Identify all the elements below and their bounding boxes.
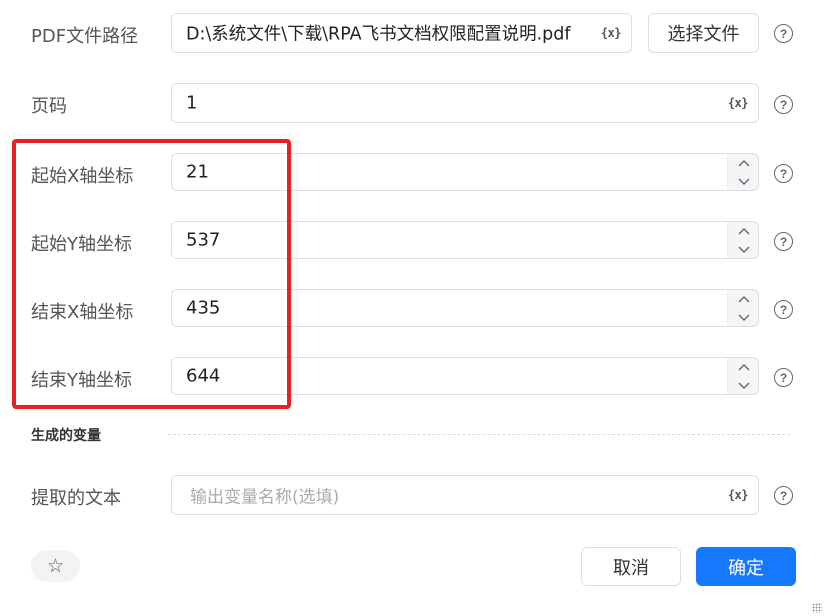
help-icon[interactable]: ? [774, 164, 793, 183]
section-title: 生成的变量 [31, 428, 101, 444]
help-icon[interactable]: ? [774, 24, 793, 43]
number-stepper[interactable] [727, 154, 758, 190]
highlight-box [12, 139, 291, 409]
help-icon[interactable]: ? [774, 95, 793, 114]
output-placeholder: 输出变量名称(选填) [190, 487, 340, 508]
number-stepper[interactable] [727, 358, 758, 394]
choose-file-button[interactable]: 选择文件 [648, 13, 759, 53]
confirm-button[interactable]: 确定 [696, 547, 796, 586]
pdf-path-value: D:\系统文件\下载\RPA飞书文档权限配置说明.pdf [186, 24, 571, 45]
star-icon: ☆ [46, 555, 65, 577]
output-label: 提取的文本 [31, 488, 121, 509]
chevron-up-icon[interactable] [728, 154, 759, 172]
variable-insert-icon[interactable]: {x} [728, 488, 749, 502]
help-icon[interactable]: ? [774, 486, 793, 505]
cancel-button[interactable]: 取消 [581, 547, 681, 586]
page-value: 1 [186, 92, 198, 114]
chevron-down-icon[interactable] [728, 172, 759, 190]
favorite-star-button[interactable]: ☆ [31, 550, 80, 582]
page-label: 页码 [31, 96, 67, 117]
number-stepper[interactable] [727, 290, 758, 326]
output-variable-input[interactable]: 输出变量名称(选填) {x} [171, 475, 759, 515]
help-icon[interactable]: ? [774, 232, 793, 251]
number-stepper[interactable] [727, 222, 758, 258]
page-field[interactable]: 1 {x} [171, 83, 759, 123]
help-icon[interactable]: ? [774, 368, 793, 387]
variable-insert-icon[interactable]: {x} [601, 26, 622, 40]
section-divider [168, 434, 790, 435]
resize-handle[interactable] [812, 603, 822, 613]
pdf-path-label: PDF文件路径 [31, 26, 139, 47]
chevron-up-icon[interactable] [728, 222, 759, 240]
chevron-down-icon[interactable] [728, 308, 759, 326]
chevron-up-icon[interactable] [728, 290, 759, 308]
help-icon[interactable]: ? [774, 300, 793, 319]
chevron-down-icon[interactable] [728, 376, 759, 394]
chevron-up-icon[interactable] [728, 358, 759, 376]
pdf-path-field[interactable]: D:\系统文件\下载\RPA飞书文档权限配置说明.pdf {x} [171, 13, 632, 53]
chevron-down-icon[interactable] [728, 240, 759, 258]
variable-insert-icon[interactable]: {x} [728, 96, 749, 110]
